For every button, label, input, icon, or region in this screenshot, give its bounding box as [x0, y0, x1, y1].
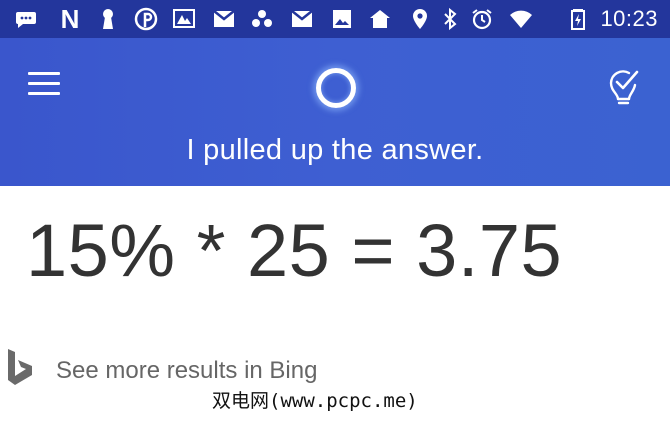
location-pin-icon [408, 7, 432, 31]
wifi-icon [506, 7, 536, 31]
cortana-ring-icon[interactable] [316, 68, 356, 108]
keyhole-icon [96, 7, 120, 31]
calculation-result: 15% * 25 = 3.75 [26, 209, 563, 292]
lightbulb-check-icon[interactable] [606, 66, 640, 106]
bing-logo-icon [6, 348, 34, 386]
gmail-icon [290, 7, 314, 31]
photo-gallery-icon [172, 7, 196, 31]
status-bar: N 10:23 [0, 0, 670, 38]
battery-icon [566, 7, 590, 31]
status-clock: 10:23 [600, 6, 658, 31]
chat-bubble-icon [14, 7, 38, 31]
alarm-icon [470, 7, 494, 31]
cortana-message: I pulled up the answer. [186, 134, 484, 166]
bing-link-label: See more results in Bing [56, 357, 318, 384]
gmail-icon [212, 7, 236, 31]
bluetooth-icon [438, 7, 462, 31]
hamburger-menu-icon[interactable] [28, 70, 62, 98]
watermark-text: 双电网(www.pcpc.me) [212, 390, 418, 412]
pinterest-icon [134, 7, 158, 31]
house-icon [368, 7, 392, 31]
bing-results-link[interactable]: See more results in Bing [6, 348, 346, 388]
dots-cluster-icon [250, 7, 274, 31]
cortana-header: I pulled up the answer. [0, 38, 670, 186]
netflix-icon: N [60, 3, 80, 34]
image-icon [330, 7, 354, 31]
